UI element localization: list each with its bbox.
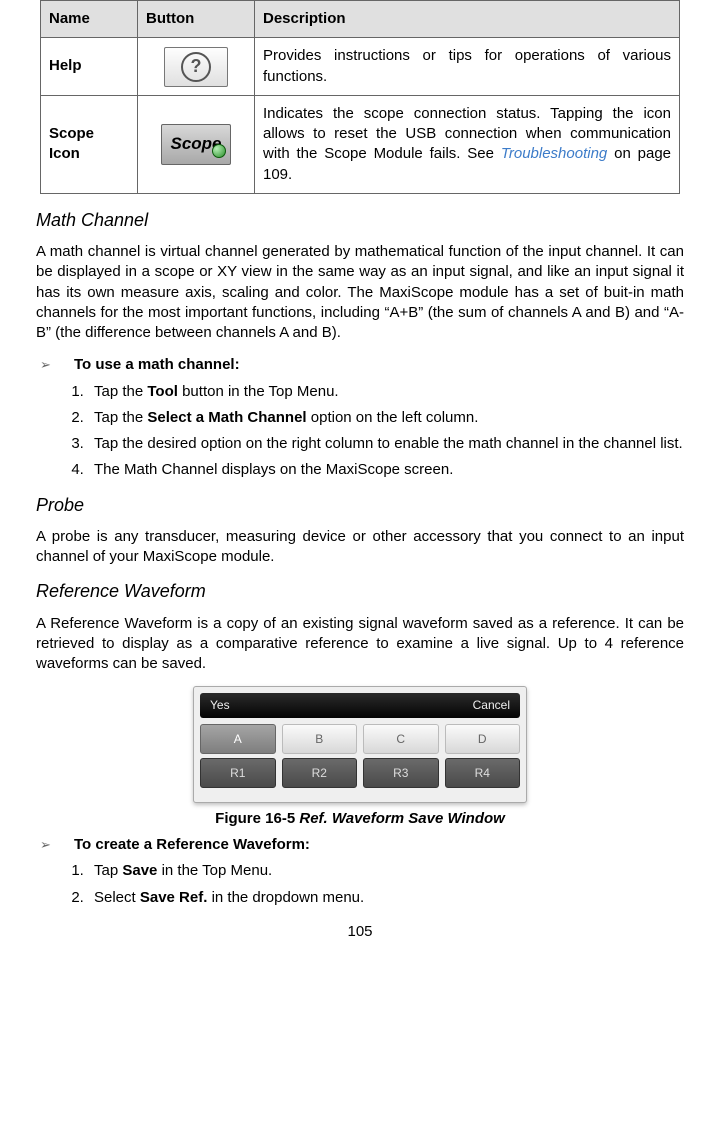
step-text: Tap the [94, 409, 147, 426]
ref-r1-button[interactable]: R1 [200, 758, 276, 788]
header-name: Name [41, 1, 138, 38]
step-bold: Select a Math Channel [147, 409, 306, 426]
window-topbar: Yes Cancel [200, 693, 520, 717]
list-item: Select Save Ref. in the dropdown menu. [88, 888, 684, 908]
reference-row: R1 R2 R3 R4 [200, 758, 520, 788]
math-channel-paragraph: A math channel is virtual channel genera… [36, 242, 684, 343]
step-bold: Save [122, 862, 157, 879]
bullet-arrow-icon: ➢ [36, 355, 74, 374]
list-item: Tap the Tool button in the Top Menu. [88, 382, 684, 402]
figure-caption: Figure 16-5 Ref. Waveform Save Window [36, 809, 684, 829]
row-name: Scope Icon [41, 95, 138, 193]
list-item: Tap Save in the Top Menu. [88, 861, 684, 881]
step-text: Select [94, 889, 140, 906]
list-item: The Math Channel displays on the MaxiSco… [88, 460, 684, 480]
caption-tail: Ref. Waveform Save Window [299, 810, 504, 827]
row-button-cell: Scope [138, 95, 255, 193]
ref-steps-list: Tap Save in the Top Menu. Select Save Re… [88, 861, 684, 908]
step-text: option on the left column. [307, 409, 479, 426]
row-button-cell: ? [138, 38, 255, 96]
math-channel-heading: Math Channel [36, 208, 684, 232]
ref-r3-button[interactable]: R3 [363, 758, 439, 788]
step-text: button in the Top Menu. [178, 383, 339, 400]
step-text: Tap [94, 862, 122, 879]
header-description: Description [255, 1, 680, 38]
scope-status-dot-icon [212, 144, 226, 158]
list-item: Tap the desired option on the right colu… [88, 434, 684, 454]
row-description: Indicates the scope connection status. T… [255, 95, 680, 193]
cancel-button[interactable]: Cancel [473, 697, 510, 713]
list-item: Tap the Select a Math Channel option on … [88, 408, 684, 428]
bullet-use-math-channel: ➢ To use a math channel: [36, 355, 684, 375]
step-bold: Tool [147, 383, 178, 400]
step-text: in the Top Menu. [157, 862, 272, 879]
scope-button-icon: Scope [161, 124, 230, 165]
ref-r4-button[interactable]: R4 [445, 758, 521, 788]
reference-waveform-heading: Reference Waveform [36, 579, 684, 603]
probe-heading: Probe [36, 493, 684, 517]
page-number: 105 [36, 922, 684, 942]
button-table: Name Button Description Help ? Provides … [40, 0, 680, 194]
channel-row: A B C D [200, 724, 520, 754]
troubleshooting-link[interactable]: Troubleshooting [501, 145, 607, 162]
channel-c-button[interactable]: C [363, 724, 439, 754]
step-text: in the dropdown menu. [207, 889, 364, 906]
channel-b-button[interactable]: B [282, 724, 358, 754]
bullet-create-ref-waveform: ➢ To create a Reference Waveform: [36, 835, 684, 855]
table-header-row: Name Button Description [41, 1, 680, 38]
math-steps-list: Tap the Tool button in the Top Menu. Tap… [88, 382, 684, 481]
row-name: Help [41, 38, 138, 96]
bullet-text: To use a math channel: [74, 355, 684, 375]
channel-a-button[interactable]: A [200, 724, 276, 754]
probe-paragraph: A probe is any transducer, measuring dev… [36, 527, 684, 568]
yes-button[interactable]: Yes [210, 697, 230, 713]
figure-wrapper: Yes Cancel A B C D R1 R2 R3 R4 [36, 686, 684, 803]
bullet-arrow-icon: ➢ [36, 835, 74, 854]
row-description: Provides instructions or tips for operat… [255, 38, 680, 96]
step-bold: Save Ref. [140, 889, 208, 906]
ref-r2-button[interactable]: R2 [282, 758, 358, 788]
step-text: Tap the [94, 383, 147, 400]
caption-lead: Figure 16-5 [215, 810, 299, 827]
bullet-text: To create a Reference Waveform: [74, 835, 684, 855]
help-button-icon: ? [164, 47, 228, 87]
header-button: Button [138, 1, 255, 38]
table-row-help: Help ? Provides instructions or tips for… [41, 38, 680, 96]
ref-waveform-save-window: Yes Cancel A B C D R1 R2 R3 R4 [193, 686, 527, 803]
channel-d-button[interactable]: D [445, 724, 521, 754]
reference-waveform-paragraph: A Reference Waveform is a copy of an exi… [36, 614, 684, 675]
table-row-scope: Scope Icon Scope Indicates the scope con… [41, 95, 680, 193]
question-mark-icon: ? [181, 52, 211, 82]
